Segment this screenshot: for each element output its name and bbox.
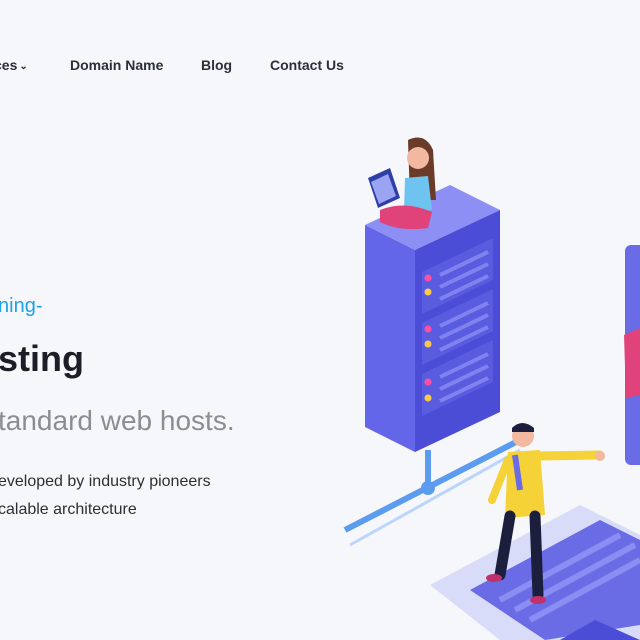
person-with-laptop xyxy=(368,137,436,230)
server-rack xyxy=(365,185,500,452)
nav-item-contact-us[interactable]: Contact Us xyxy=(270,57,344,73)
chevron-down-icon: ⌄ xyxy=(19,61,28,72)
top-navigation: ces⌄ Domain Name Blog Contact Us xyxy=(0,0,640,130)
nav-item-services-label: ces xyxy=(0,57,18,73)
device-screen xyxy=(624,245,640,465)
feature-item: eveloped by industry pioneers xyxy=(0,473,211,490)
hero-tagline: ning- xyxy=(0,295,43,317)
hero-subheadline: tandard web hosts. xyxy=(0,405,235,436)
nav-item-domain-name[interactable]: Domain Name xyxy=(70,57,163,73)
hosting-illustration xyxy=(343,137,640,640)
feature-item: calable architecture xyxy=(0,501,137,518)
hero-headline: sting xyxy=(0,338,84,379)
nav-item-blog[interactable]: Blog xyxy=(201,57,232,73)
nav-item-services[interactable]: ces⌄ xyxy=(0,57,28,73)
